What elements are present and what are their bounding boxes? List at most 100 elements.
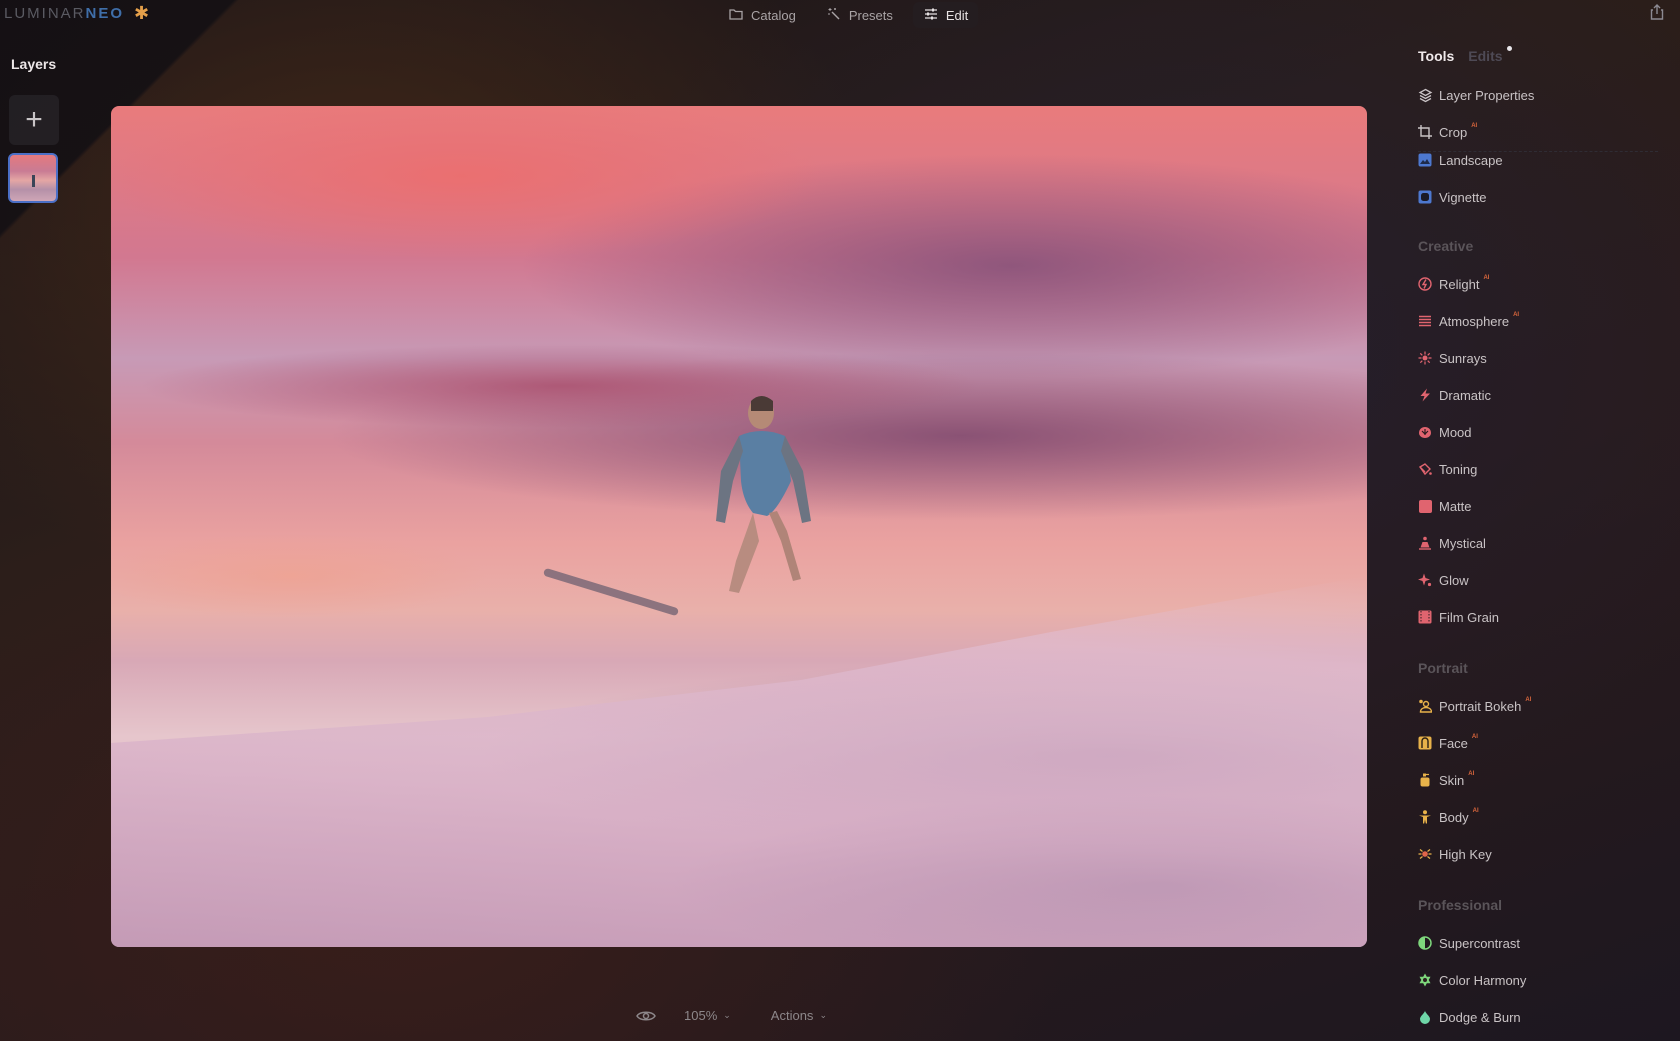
ai-badge: AI [1483,275,1490,281]
tool-label: Crop [1439,124,1468,140]
skin-bottle-icon [1417,772,1433,788]
panel-tabs: Tools Edits [1418,46,1512,64]
half-circle-icon [1417,935,1433,951]
tool-color-harmony[interactable]: Color Harmony [1417,971,1526,989]
layer-thumbnail[interactable] [8,153,58,203]
ai-badge: AI [1471,734,1478,740]
zoom-dropdown[interactable]: 105% ⌄ [684,1008,731,1023]
portrait-bokeh-icon [1417,698,1433,714]
face-icon [1417,735,1433,751]
photo-wave [111,576,1367,947]
actions-label: Actions [770,1008,814,1023]
app-logo: LUMINARNEO ✱ [4,2,149,24]
tool-label: Color Harmony [1439,972,1527,988]
tool-label: Film Grain [1439,609,1499,625]
tool-toning[interactable]: Toning [1417,460,1477,478]
tool-label: Sunrays [1439,350,1487,366]
crop-icon [1417,124,1433,140]
tool-label: Landscape [1439,152,1503,168]
folder-icon [728,8,744,23]
tool-dodge-burn[interactable]: Dodge & Burn [1417,1008,1521,1026]
tool-landscape[interactable]: Landscape [1417,151,1503,169]
section-portrait: Portrait [1418,660,1468,676]
tool-layer-properties[interactable]: Layer Properties [1417,86,1534,104]
tool-label: Mood [1439,424,1472,440]
matte-square-icon [1417,498,1433,514]
tool-mystical[interactable]: Mystical [1417,534,1486,552]
edits-indicator-dot [1506,46,1512,51]
actions-dropdown[interactable]: Actions ⌄ [771,1008,827,1023]
ai-badge: AI [1525,697,1532,703]
ai-badge: AI [1468,771,1475,777]
tool-matte[interactable]: Matte [1417,497,1472,515]
photo-surfer [716,396,811,593]
preview-toggle[interactable] [636,1010,656,1022]
drop-icon [1417,1009,1433,1025]
tab-edit[interactable]: Edit [912,2,979,28]
photo-canvas[interactable] [111,106,1367,947]
tool-body[interactable]: Body AI [1417,808,1479,826]
tab-catalog[interactable]: Catalog [718,2,806,28]
tab-presets-label: Presets [848,7,893,23]
tool-vignette[interactable]: Vignette [1417,188,1486,206]
tab-edits-label: Edits [1468,48,1503,64]
tool-film-grain[interactable]: Film Grain [1417,608,1499,626]
tool-label: Skin [1439,772,1465,788]
relight-icon [1417,276,1433,292]
tool-label: Vignette [1439,189,1487,205]
layers-icon [1417,87,1433,103]
tool-label: Relight [1439,276,1480,292]
section-creative: Creative [1418,238,1474,254]
eye-icon [636,1011,656,1020]
tool-label: Mystical [1439,535,1486,551]
add-layer-button[interactable]: + [9,95,59,145]
plus-icon: + [25,103,43,136]
tool-atmosphere[interactable]: Atmosphere AI [1417,312,1519,330]
tool-label: Layer Properties [1439,87,1535,103]
tool-label: Body [1439,809,1469,825]
atmosphere-icon [1417,313,1433,329]
tool-label: Dramatic [1439,387,1492,403]
tool-skin[interactable]: Skin AI [1417,771,1474,789]
sliders-icon [923,8,939,23]
sunrays-icon [1417,350,1433,366]
tool-label: High Key [1439,846,1492,862]
zoom-value: 105% [684,1008,718,1023]
tool-portrait-bokeh[interactable]: Portrait Bokeh AI [1417,697,1531,715]
tool-crop[interactable]: Crop AI [1417,123,1477,141]
photo-surfboard [542,567,680,617]
section-professional: Professional [1418,897,1503,913]
tool-supercontrast[interactable]: Supercontrast [1417,934,1520,952]
tool-relight[interactable]: Relight AI [1417,275,1489,293]
paint-bucket-icon [1417,461,1433,477]
film-icon [1417,609,1433,625]
tab-presets[interactable]: Presets [816,2,903,28]
tool-sunrays[interactable]: Sunrays [1417,349,1487,367]
tool-label: Glow [1439,572,1469,588]
chevron-down-icon: ⌄ [819,1010,827,1020]
body-icon [1417,809,1433,825]
share-icon[interactable] [1650,4,1666,20]
tool-glow[interactable]: Glow [1417,571,1469,589]
ai-badge: AI [1513,312,1520,318]
tool-high-key[interactable]: High Key [1417,845,1492,863]
mystical-icon [1417,535,1433,551]
tab-tools[interactable]: Tools [1418,48,1454,64]
tab-edits[interactable]: Edits [1468,46,1512,64]
tab-catalog-label: Catalog [751,7,796,23]
tool-mood[interactable]: Mood [1417,423,1472,441]
sparkle-icon [1417,572,1433,588]
puzzle-icon[interactable]: ✱ [134,3,149,24]
bottom-toolbar: 105% ⌄ Actions ⌄ [636,1008,827,1023]
logo-neo: NEO [85,4,125,22]
tool-label: Dodge & Burn [1439,1009,1521,1025]
tool-label: Portrait Bokeh [1439,698,1522,714]
top-navigation: Catalog Presets Edit [718,2,979,28]
ai-badge: AI [1471,123,1478,129]
lightning-icon [1417,387,1433,403]
mood-icon [1417,424,1433,440]
tool-label: Matte [1439,498,1472,514]
tool-dramatic[interactable]: Dramatic [1417,386,1491,404]
tab-edit-label: Edit [945,7,969,23]
tool-face[interactable]: Face AI [1417,734,1478,752]
